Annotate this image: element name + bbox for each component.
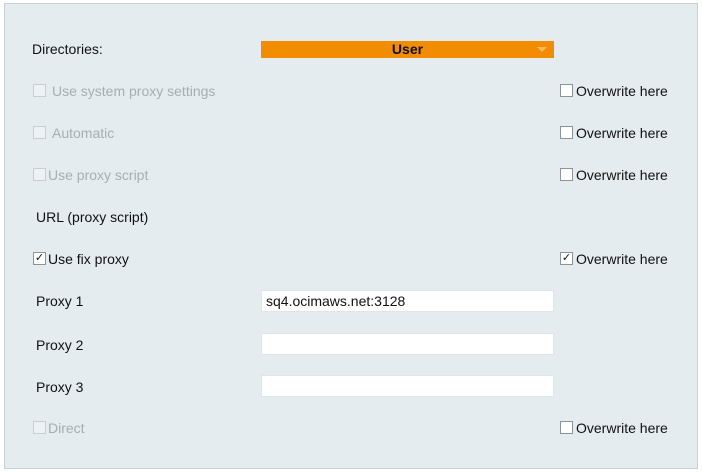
system-proxy-checkbox[interactable] xyxy=(33,84,46,97)
fix-proxy-label: Use fix proxy xyxy=(48,251,129,267)
option-row-system-proxy: Use system proxy settings Overwrite here xyxy=(5,78,697,104)
direct-label: Direct xyxy=(48,420,85,436)
proxy-3-label: Proxy 3 xyxy=(36,379,84,395)
proxy-script-overwrite-label: Overwrite here xyxy=(576,167,668,183)
direct-overwrite-label: Overwrite here xyxy=(576,420,668,436)
direct-overwrite-checkbox[interactable] xyxy=(560,421,573,434)
proxy-1-label: Proxy 1 xyxy=(36,293,84,309)
url-proxy-script-label: URL (proxy script) xyxy=(36,209,149,225)
direct-checkbox[interactable] xyxy=(33,421,46,434)
proxy-script-label: Use proxy script xyxy=(48,167,149,183)
direct-row: Direct Overwrite here xyxy=(5,415,697,441)
fix-proxy-row: ✓ Use fix proxy ✓ Overwrite here xyxy=(5,246,697,272)
proxy-1-input[interactable] xyxy=(261,290,554,312)
proxy-script-checkbox[interactable] xyxy=(33,168,46,181)
automatic-overwrite-label: Overwrite here xyxy=(576,125,668,141)
option-row-automatic: Automatic Overwrite here xyxy=(5,120,697,146)
system-proxy-overwrite-checkbox[interactable] xyxy=(560,84,573,97)
chevron-down-icon[interactable] xyxy=(537,47,547,52)
automatic-label: Automatic xyxy=(52,125,115,141)
proxy-settings-panel: Directories: User Use system proxy setti… xyxy=(4,3,698,469)
fix-proxy-overwrite-checkbox[interactable]: ✓ xyxy=(560,252,573,265)
checkmark-icon: ✓ xyxy=(34,252,45,264)
url-proxy-script-row: URL (proxy script) xyxy=(5,204,697,230)
system-proxy-overwrite-label: Overwrite here xyxy=(576,83,668,99)
checkmark-icon: ✓ xyxy=(561,252,572,264)
proxy-3-input[interactable] xyxy=(261,375,554,397)
automatic-overwrite-checkbox[interactable] xyxy=(560,126,573,139)
directories-label: Directories: xyxy=(32,41,103,57)
system-proxy-label: Use system proxy settings xyxy=(52,83,216,99)
directories-selected-value: User xyxy=(391,41,424,57)
automatic-checkbox[interactable] xyxy=(33,126,46,139)
directories-dropdown[interactable]: User xyxy=(261,41,554,58)
proxy-script-overwrite-checkbox[interactable] xyxy=(560,168,573,181)
proxy-2-input[interactable] xyxy=(261,333,554,355)
option-row-proxy-script: Use proxy script Overwrite here xyxy=(5,162,697,188)
proxy-2-label: Proxy 2 xyxy=(36,337,84,353)
fix-proxy-overwrite-label: Overwrite here xyxy=(576,251,668,267)
fix-proxy-checkbox[interactable]: ✓ xyxy=(33,252,46,265)
